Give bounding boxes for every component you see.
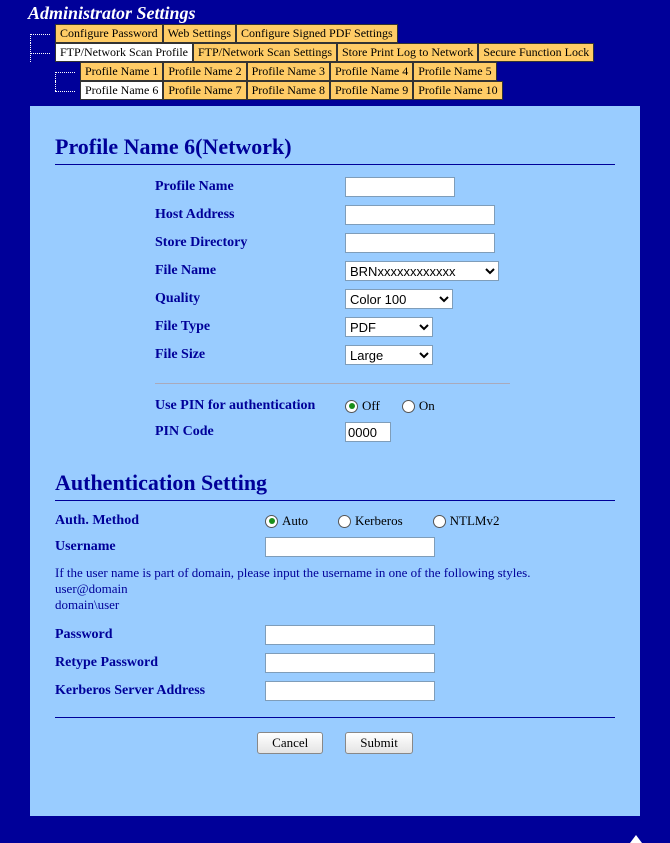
label-store-directory: Store Directory [155, 235, 345, 251]
nav-item[interactable]: FTP/Network Scan Profile [55, 43, 193, 62]
file-size-select[interactable]: Large [345, 345, 433, 365]
retype-password-input[interactable] [265, 653, 435, 673]
label-host-address: Host Address [155, 207, 345, 223]
pin-code-input[interactable] [345, 422, 391, 442]
nav-item[interactable]: Profile Name 10 [413, 81, 502, 100]
pin-on-label: On [419, 398, 435, 414]
label-auth-method: Auth. Method [55, 513, 265, 529]
kerberos-server-input[interactable] [265, 681, 435, 701]
nav-item[interactable]: Configure Password [55, 24, 163, 43]
nav-item[interactable]: Profile Name 5 [413, 62, 496, 81]
nav-item[interactable]: FTP/Network Scan Settings [193, 43, 337, 62]
label-password: Password [55, 627, 265, 643]
label-retype-password: Retype Password [55, 655, 265, 671]
label-use-pin: Use PIN for authentication [155, 398, 345, 414]
nav-item[interactable]: Profile Name 3 [247, 62, 330, 81]
label-file-size: File Size [155, 347, 345, 363]
submit-button[interactable]: Submit [345, 732, 413, 754]
auth-kerberos-label: Kerberos [355, 513, 403, 529]
password-input[interactable] [265, 625, 435, 645]
auth-auto-radio[interactable] [265, 515, 278, 528]
auth-kerberos-radio[interactable] [338, 515, 351, 528]
label-profile-name: Profile Name [155, 179, 345, 195]
profile-name-input[interactable] [345, 177, 455, 197]
cancel-button[interactable]: Cancel [257, 732, 323, 754]
page-title: Administrator Settings [0, 0, 670, 24]
quality-select[interactable]: Color 100 [345, 289, 453, 309]
nav-item[interactable]: Profile Name 1 [80, 62, 163, 81]
pin-off-label: Off [362, 398, 380, 414]
nav-item[interactable]: Profile Name 2 [163, 62, 246, 81]
nav-item[interactable]: Web Settings [163, 24, 236, 43]
username-input[interactable] [265, 537, 435, 557]
label-file-type: File Type [155, 319, 345, 335]
label-quality: Quality [155, 291, 345, 307]
scroll-up-arrow-icon[interactable] [630, 835, 642, 843]
label-kerberos-server: Kerberos Server Address [55, 683, 265, 699]
file-type-select[interactable]: PDF [345, 317, 433, 337]
file-name-select[interactable]: BRNxxxxxxxxxxxx [345, 261, 499, 281]
content-panel: Profile Name 6(Network) Profile Name Hos… [30, 106, 640, 816]
nav-item[interactable]: Profile Name 8 [247, 81, 330, 100]
label-username: Username [55, 539, 265, 555]
pin-on-radio[interactable] [402, 400, 415, 413]
label-file-name: File Name [155, 263, 345, 279]
nav-item[interactable]: Profile Name 7 [163, 81, 246, 100]
auth-ntlm-label: NTLMv2 [450, 513, 500, 529]
profile-section-heading: Profile Name 6(Network) [55, 134, 615, 160]
nav-item[interactable]: Profile Name 9 [330, 81, 413, 100]
store-directory-input[interactable] [345, 233, 495, 253]
nav-item[interactable]: Configure Signed PDF Settings [236, 24, 398, 43]
pin-off-radio[interactable] [345, 400, 358, 413]
nav-item[interactable]: Profile Name 4 [330, 62, 413, 81]
nav-item[interactable]: Profile Name 6 [80, 81, 163, 100]
username-hint: If the user name is part of domain, plea… [55, 565, 615, 613]
label-pin-code: PIN Code [155, 424, 345, 440]
auth-auto-label: Auto [282, 513, 308, 529]
auth-section-heading: Authentication Setting [55, 470, 615, 496]
nav-item[interactable]: Secure Function Lock [478, 43, 594, 62]
auth-ntlm-radio[interactable] [433, 515, 446, 528]
host-address-input[interactable] [345, 205, 495, 225]
nav-item[interactable]: Store Print Log to Network [337, 43, 478, 62]
navigation-tree: Configure PasswordWeb SettingsConfigure … [0, 24, 670, 106]
